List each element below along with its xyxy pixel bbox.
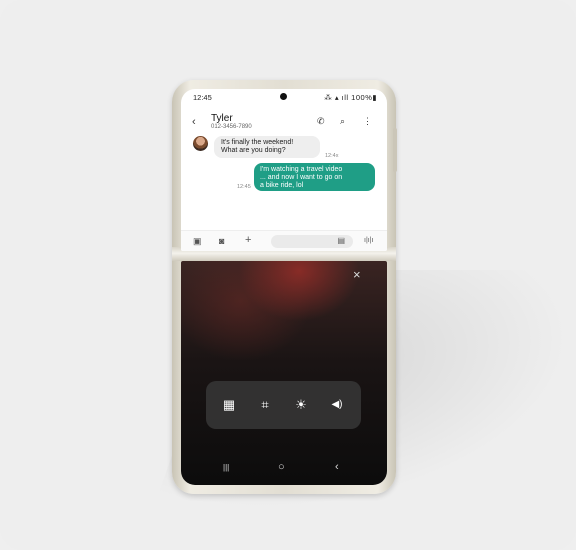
status-icons: ⁂ ▴ ıll 100%▮	[324, 93, 377, 102]
message-text-line: What are you doing?	[221, 147, 286, 154]
message-timestamp: 12:45	[237, 184, 251, 190]
side-button	[393, 128, 397, 172]
incoming-message-bubble[interactable]: It's finally the weekend! What are you d…	[214, 136, 320, 158]
close-icon[interactable]: ×	[353, 267, 361, 282]
back-icon[interactable]: ‹	[335, 461, 339, 473]
message-text-line: ... and now I want to go on	[260, 174, 343, 181]
front-camera	[280, 93, 287, 100]
search-icon[interactable]: ⌕	[340, 116, 345, 127]
message-text-line: I'm watching a travel video	[260, 166, 343, 173]
contact-avatar[interactable]	[193, 136, 208, 151]
more-options-icon[interactable]: ⋮	[363, 116, 372, 127]
message-input[interactable]: ▤	[271, 235, 353, 248]
screen-capture-icon[interactable]: ⌗	[255, 395, 275, 415]
message-timestamp: 12:4x	[325, 153, 339, 159]
outgoing-message-bubble[interactable]: I'm watching a travel video ... and now …	[254, 163, 375, 191]
bottom-screen: × ▦ ⌗ ☀ ◀) ||| ○ ‹	[181, 261, 387, 485]
status-time: 12:45	[193, 93, 212, 102]
sticker-icon[interactable]: ▤	[337, 236, 345, 245]
camera-icon[interactable]: ◙	[219, 236, 224, 246]
flex-mode-toolbar: ▦ ⌗ ☀ ◀)	[206, 381, 361, 429]
volume-icon[interactable]: ◀)	[327, 395, 347, 415]
brightness-icon[interactable]: ☀	[291, 395, 311, 415]
top-screen: 12:45 ⁂ ▴ ıll 100%▮ ‹ Tyler 012-3456-789…	[181, 89, 387, 251]
message-text-line: a bike ride, lol	[260, 182, 304, 189]
message-text-line: It's finally the weekend!	[221, 139, 294, 146]
home-icon[interactable]: ○	[278, 461, 285, 473]
navigation-bar: ||| ○ ‹	[181, 459, 387, 479]
gallery-icon[interactable]: ▣	[193, 236, 202, 247]
touchpad-icon[interactable]: ▦	[219, 395, 239, 415]
phone-call-icon[interactable]: ✆	[317, 116, 325, 127]
voice-record-icon[interactable]: ı|ı|ı	[364, 237, 373, 244]
contact-phone: 012-3456-7890	[211, 124, 252, 130]
add-icon[interactable]: +	[245, 234, 251, 246]
chat-header: ‹ Tyler 012-3456-7890 ✆ ⌕ ⋮	[181, 109, 387, 131]
contact-name: Tyler	[211, 113, 233, 124]
compose-bar: ▣ ◙ + ▤ ı|ı|ı	[181, 230, 387, 251]
recents-icon[interactable]: |||	[223, 463, 229, 472]
back-arrow-icon[interactable]: ‹	[192, 116, 196, 128]
status-bar: 12:45 ⁂ ▴ ıll 100%▮	[181, 89, 387, 107]
